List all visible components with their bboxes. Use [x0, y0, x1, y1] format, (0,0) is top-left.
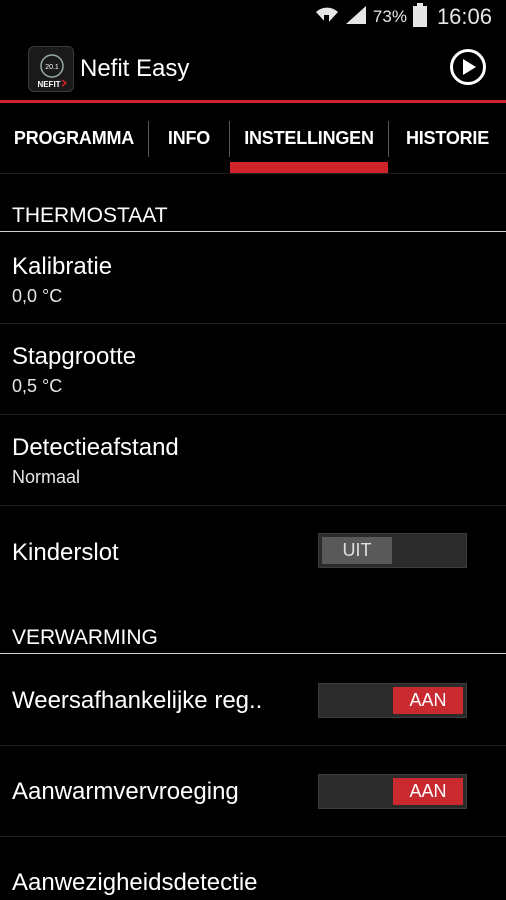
setting-value: 0,5 °C [12, 376, 63, 396]
app-title: Nefit Easy [80, 55, 190, 82]
action-bar: 20.1 NEFIT Nefit Easy [0, 34, 506, 100]
tab-label: HISTORIE [405, 128, 490, 148]
toggle-label: AAN [393, 687, 463, 714]
battery-percentage: 73% [372, 7, 407, 26]
setting-title: Kalibratie [12, 253, 113, 280]
wifi-icon [315, 5, 339, 30]
toggle-label: UIT [322, 537, 392, 564]
weersafhankelijke-toggle[interactable]: AAN [318, 683, 467, 718]
section-header-verwarming: VERWARMING [0, 618, 506, 654]
section-title: VERWARMING [12, 626, 158, 649]
setting-title: Aanwezigheidsdetectie [12, 869, 258, 896]
aanwarmvervroeging-toggle[interactable]: AAN [318, 774, 467, 809]
play-icon[interactable] [450, 49, 486, 85]
svg-text:NEFIT: NEFIT [37, 80, 60, 89]
status-bar: 73% 16:06 [0, 0, 506, 34]
setting-row-kalibratie[interactable]: Kalibratie 0,0 °C [0, 233, 506, 323]
setting-title: Aanwarmvervroeging [12, 778, 239, 805]
setting-value: 0,0 °C [12, 286, 63, 306]
setting-title: Detectieafstand [12, 434, 179, 461]
section-title: THERMOSTAAT [12, 204, 168, 227]
tab-label: PROGRAMMA [13, 128, 135, 148]
setting-row-aanwarmvervroeging: Aanwarmvervroeging AAN [0, 746, 506, 836]
section-header-thermostaat: THERMOSTAAT [0, 196, 506, 232]
setting-row-weersafhankelijke-regeling: Weersafhankelijke reg.. AAN [0, 655, 506, 745]
signal-icon [345, 5, 367, 30]
tab-label: INSTELLINGEN [244, 128, 374, 148]
svg-text:20.1: 20.1 [45, 64, 59, 71]
battery-icon [412, 2, 427, 32]
setting-row-kinderslot: Kinderslot UIT [0, 506, 506, 596]
setting-row-stapgrootte[interactable]: Stapgrootte 0,5 °C [0, 324, 506, 414]
tab-programma[interactable]: PROGRAMMA [0, 103, 148, 174]
setting-row-aanwezigheidsdetectie[interactable]: Aanwezigheidsdetectie [0, 837, 506, 900]
kinderslot-toggle[interactable]: UIT [318, 533, 467, 568]
setting-title: Kinderslot [12, 539, 119, 566]
setting-row-detectieafstand[interactable]: Detectieafstand Normaal [0, 415, 506, 505]
setting-title: Stapgrootte [12, 343, 137, 370]
toggle-label: AAN [393, 778, 463, 805]
setting-title: Weersafhankelijke reg.. [12, 687, 263, 714]
tab-info[interactable]: INFO [149, 103, 229, 174]
clock: 16:06 [436, 4, 492, 29]
tab-historie[interactable]: HISTORIE [389, 103, 506, 174]
tab-label: INFO [167, 128, 211, 148]
setting-value: Normaal [12, 467, 81, 487]
tab-selected-indicator [230, 162, 388, 173]
app-logo-icon[interactable]: 20.1 NEFIT [28, 46, 74, 92]
